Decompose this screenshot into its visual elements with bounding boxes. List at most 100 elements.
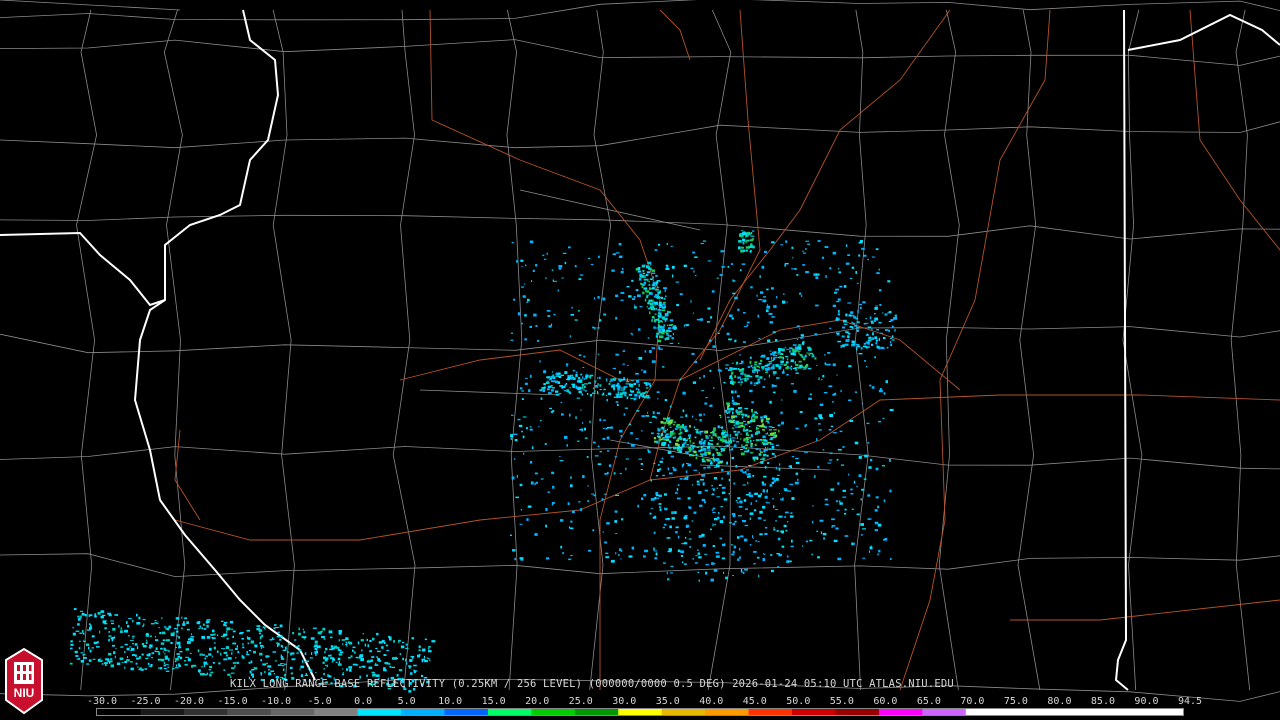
echo-pixel: [630, 397, 634, 399]
echo-pixel: [677, 549, 681, 553]
echo-pixel: [568, 526, 571, 529]
echo-pixel: [179, 650, 183, 653]
echo-pixel: [866, 346, 870, 348]
echo-pixel: [277, 631, 281, 633]
echo-pixel: [254, 644, 258, 648]
echo-pixel: [732, 411, 734, 415]
echo-pixel: [731, 427, 735, 429]
echo-pixel: [814, 333, 818, 336]
scale-tick-label: 45.0: [742, 696, 767, 707]
echo-pixel: [100, 610, 105, 613]
echo-pixel: [206, 624, 209, 628]
echo-pixel: [750, 243, 753, 246]
echo-pixel: [342, 643, 344, 645]
echo-pixel: [203, 628, 207, 630]
echo-pixel: [795, 369, 798, 371]
echo-pixel: [77, 623, 80, 626]
echo-pixel: [547, 392, 552, 395]
echo-pixel: [659, 508, 662, 511]
echo-pixel: [784, 511, 789, 514]
echo-pixel: [762, 490, 765, 493]
echo-pixel: [638, 384, 640, 387]
echo-pixel: [845, 313, 848, 317]
echo-pixel: [798, 344, 802, 346]
echo-pixel: [679, 428, 682, 431]
echo-pixel: [637, 328, 641, 331]
echo-pixel: [652, 282, 656, 285]
echo-pixel: [851, 508, 854, 510]
echo-pixel: [235, 657, 237, 659]
echo-pixel: [789, 350, 791, 353]
echo-pixel: [631, 333, 633, 336]
echo-pixel: [168, 649, 170, 653]
echo-pixel: [513, 433, 518, 435]
echo-pixel: [741, 368, 745, 371]
echo-pixel: [787, 520, 789, 523]
echo-pixel: [552, 374, 555, 377]
echo-pixel: [580, 373, 583, 376]
echo-pixel: [100, 615, 104, 619]
echo-pixel: [174, 660, 177, 663]
echo-pixel: [884, 313, 888, 316]
echo-pixel: [742, 446, 745, 448]
echo-pixel: [609, 381, 611, 383]
echo-pixel: [388, 635, 391, 638]
echo-pixel: [232, 642, 237, 645]
echo-pixel: [132, 643, 134, 645]
echo-pixel: [89, 626, 93, 630]
echo-pixel: [679, 437, 683, 441]
echo-pixel: [282, 668, 285, 672]
echo-pixel: [524, 338, 527, 341]
echo-pixel: [735, 361, 739, 365]
echo-pixel: [220, 652, 222, 656]
echo-pixel: [727, 404, 730, 408]
echo-pixel: [431, 640, 436, 643]
echo-pixel: [381, 646, 384, 649]
echo-pixel: [777, 424, 781, 427]
echo-pixel: [803, 252, 806, 254]
echo-pixel: [677, 437, 679, 441]
echo-pixel: [845, 331, 849, 334]
echo-pixel: [619, 370, 621, 374]
echo-pixel: [176, 635, 179, 637]
echo-pixel: [631, 546, 635, 550]
echo-pixel: [671, 274, 674, 278]
echo-pixel: [882, 337, 886, 340]
echo-pixel: [809, 393, 812, 395]
echo-pixel: [181, 616, 183, 619]
echo-pixel: [681, 424, 685, 427]
echo-pixel: [823, 392, 828, 394]
echo-pixel: [185, 656, 189, 658]
scale-tick-label: 65.0: [916, 696, 941, 707]
echo-pixel: [686, 462, 689, 464]
echo-pixel: [132, 619, 134, 623]
echo-pixel: [741, 263, 746, 265]
echo-pixel: [664, 507, 666, 510]
echo-pixel: [611, 269, 615, 272]
echo-pixel: [875, 305, 878, 307]
echo-pixel: [701, 474, 706, 477]
echo-pixel: [176, 653, 180, 655]
echo-pixel: [888, 321, 892, 322]
echo-pixel: [268, 668, 270, 671]
echo-pixel: [794, 481, 799, 485]
echo-pixel: [737, 431, 740, 434]
echo-pixel: [760, 356, 764, 358]
echo-pixel: [566, 364, 568, 367]
colorbar-segment: [661, 709, 706, 715]
echo-pixel: [726, 402, 730, 404]
echo-pixel: [646, 295, 649, 299]
echo-pixel: [540, 478, 544, 480]
echo-pixel: [651, 432, 654, 435]
echo-pixel: [831, 518, 835, 521]
echo-pixel: [652, 415, 656, 418]
echo-pixel: [729, 437, 732, 441]
echo-pixel: [767, 422, 770, 424]
echo-pixel: [594, 382, 596, 384]
echo-pixel: [661, 320, 664, 323]
echo-pixel: [653, 547, 655, 551]
echo-pixel: [178, 664, 181, 668]
echo-pixel: [736, 403, 740, 405]
echo-pixel: [711, 290, 715, 293]
echo-pixel: [621, 549, 623, 552]
